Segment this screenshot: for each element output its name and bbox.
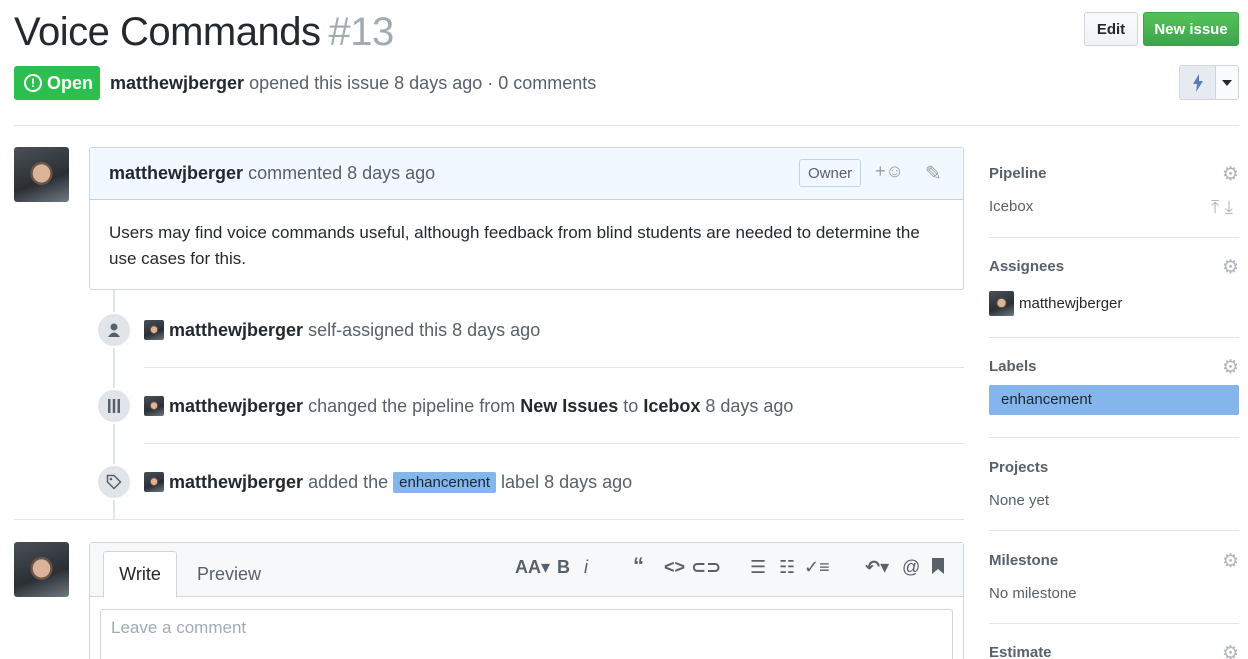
add-reaction-icon[interactable]: +☺ (875, 161, 904, 182)
pipeline-value[interactable]: Icebox (989, 198, 1239, 215)
issue-number: #13 (328, 10, 394, 54)
text-size-icon[interactable]: AA▾ (515, 557, 550, 578)
timeline-event: matthewjberger self-assigned this 8 days… (96, 310, 964, 350)
event-user-link[interactable]: matthewjberger (169, 320, 303, 341)
comment-author-link[interactable]: matthewjberger (109, 163, 243, 184)
comment-body: Users may find voice commands useful, al… (109, 223, 920, 268)
projects-heading: Projects (989, 459, 1049, 476)
task-list-icon[interactable]: ✓≡ (804, 557, 830, 578)
divider (144, 367, 964, 368)
divider (14, 125, 1239, 126)
event-text: added the (308, 471, 389, 492)
divider (989, 237, 1239, 238)
divider (144, 443, 964, 444)
sidebar-labels: Labels ⚙ enhancement (989, 356, 1239, 415)
milestone-heading: Milestone (989, 552, 1059, 569)
mention-icon[interactable]: @ (902, 557, 920, 578)
projects-value: None yet (989, 492, 1050, 509)
comment-input[interactable] (100, 609, 953, 659)
pencil-icon[interactable]: ✎ (925, 161, 942, 186)
edit-button[interactable]: Edit (1084, 12, 1138, 46)
avatar[interactable] (144, 320, 164, 340)
issue-meta-text: opened this issue 8 days ago · 0 comment… (249, 73, 597, 93)
new-issue-button[interactable]: New issue (1143, 12, 1239, 46)
pipeline-heading: Pipeline (989, 165, 1047, 182)
estimate-heading: Estimate (989, 644, 1052, 659)
gear-icon[interactable]: ⚙ (1222, 163, 1239, 186)
labels-heading: Labels (989, 358, 1037, 375)
italic-icon[interactable]: i (584, 557, 588, 578)
numbered-list-icon[interactable]: ☷ (779, 557, 795, 578)
issue-author-link[interactable]: matthewjberger (110, 73, 244, 93)
comment-action: commented 8 days ago (248, 163, 436, 183)
pipeline-from: New Issues (520, 395, 619, 416)
editor-tabs: Write Preview AA▾ B i “ <> ⊂⊃ ☰ ☷ ✓≡ ↶▾ … (90, 543, 963, 598)
move-top-bottom-icons[interactable]: ⤒⤓ (1211, 197, 1239, 218)
assignee-name: matthewjberger (1019, 295, 1123, 312)
sidebar-assignees: Assignees ⚙ matthewjberger (989, 256, 1239, 316)
saved-reply-icon[interactable] (931, 557, 945, 580)
avatar[interactable] (14, 542, 69, 597)
state-label: Open (47, 72, 94, 93)
comment-header: matthewjberger commented 8 days ago Owne… (90, 148, 963, 200)
owner-badge: Owner (799, 159, 862, 187)
state-badge: ! Open (14, 66, 100, 100)
sidebar-milestone: Milestone ⚙ No milestone (989, 550, 1239, 602)
sidebar-estimate: Estimate ⚙ (989, 642, 1239, 659)
issue-meta: matthewjberger opened this issue 8 days … (110, 73, 596, 94)
event-time: 8 days ago (705, 395, 794, 416)
assignees-heading: Assignees (989, 258, 1065, 275)
bulleted-list-icon[interactable]: ☰ (750, 557, 766, 578)
tab-preview[interactable]: Preview (197, 551, 261, 598)
gear-icon[interactable]: ⚙ (1222, 642, 1239, 659)
sidebar-projects: Projects None yet (989, 459, 1239, 509)
pipeline-icon (96, 388, 132, 424)
issue-opened-icon: ! (24, 74, 42, 92)
avatar (989, 291, 1014, 316)
label-tag[interactable]: enhancement (393, 471, 497, 493)
comment-editor: Write Preview AA▾ B i “ <> ⊂⊃ ☰ ☷ ✓≡ ↶▾ … (89, 542, 964, 659)
gear-icon[interactable]: ⚙ (1222, 256, 1239, 279)
bold-icon[interactable]: B (557, 557, 570, 578)
zenhub-bolt-button[interactable] (1180, 66, 1216, 99)
divider (989, 530, 1239, 531)
code-icon[interactable]: <> (664, 557, 685, 578)
assignee-item[interactable]: matthewjberger (989, 291, 1239, 316)
chevron-down-icon (1222, 79, 1232, 86)
person-icon (96, 312, 132, 348)
issue-title: Voice Commands #13 (14, 10, 394, 55)
milestone-value: No milestone (989, 585, 1077, 602)
event-text: changed the pipeline from (308, 395, 516, 416)
comment-box: matthewjberger commented 8 days ago Owne… (89, 147, 964, 290)
avatar[interactable] (14, 147, 69, 202)
avatar[interactable] (144, 396, 164, 416)
divider (989, 337, 1239, 338)
reply-icon[interactable]: ↶▾ (865, 557, 889, 578)
quote-icon[interactable]: “ (633, 553, 644, 579)
divider (14, 519, 964, 520)
zenhub-action-group (1179, 65, 1239, 100)
pipeline-to: Icebox (643, 395, 701, 416)
label-tag[interactable]: enhancement (989, 385, 1239, 415)
link-icon[interactable]: ⊂⊃ (691, 557, 721, 578)
event-text: label 8 days ago (501, 471, 633, 492)
event-user-link[interactable]: matthewjberger (169, 472, 303, 493)
zenhub-dropdown-button[interactable] (1216, 66, 1238, 99)
issue-title-text: Voice Commands (14, 10, 321, 54)
event-user-link[interactable]: matthewjberger (169, 396, 303, 417)
avatar[interactable] (144, 472, 164, 492)
event-text: to (623, 395, 639, 416)
gear-icon[interactable]: ⚙ (1222, 550, 1239, 573)
divider (989, 623, 1239, 624)
divider (989, 437, 1239, 438)
timeline-event: matthewjberger added the enhancement lab… (96, 462, 964, 502)
tab-write[interactable]: Write (103, 551, 177, 598)
tag-icon (96, 464, 132, 500)
gear-icon[interactable]: ⚙ (1222, 356, 1239, 379)
bolt-icon (1192, 73, 1203, 92)
event-text: self-assigned this 8 days ago (308, 319, 541, 340)
sidebar-pipeline: Pipeline ⚙ Icebox ⤒⤓ (989, 163, 1239, 218)
timeline-event: matthewjberger changed the pipeline from… (96, 386, 964, 426)
